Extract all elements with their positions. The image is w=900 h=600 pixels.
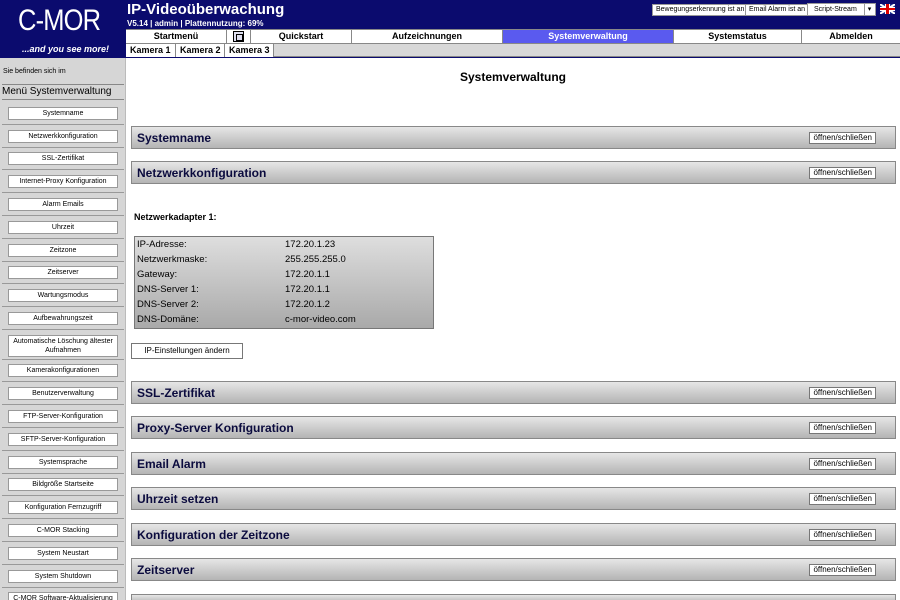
- sidebar-item-timezone[interactable]: Zeitzone: [8, 244, 118, 257]
- ip-row: Gateway: 172.20.1.1: [137, 269, 433, 284]
- ip-row: DNS-Server 2: 172.20.1.2: [137, 299, 433, 314]
- sidebar-item-restart[interactable]: System Neustart: [8, 547, 118, 560]
- ip-value: 255.255.255.0: [285, 254, 346, 265]
- sidebar-item-shutdown[interactable]: System Shutdown: [8, 570, 118, 583]
- logo[interactable]: C-MOR ...and you see more!: [0, 0, 126, 58]
- breadcrumb: Sie befinden sich im: [3, 68, 66, 75]
- sidebar-item-cameras[interactable]: Kamerakonfigurationen: [8, 364, 118, 377]
- section-email-alarm: Email Alarm öffnen/schließen: [131, 452, 896, 475]
- section-title: Email Alarm: [137, 457, 206, 471]
- section-proxy: Proxy-Server Konfiguration öffnen/schlie…: [131, 416, 896, 439]
- ip-value: 172.20.1.2: [285, 299, 330, 310]
- sidebar-item-ftp[interactable]: FTP-Server-Konfiguration: [8, 410, 118, 423]
- toggle-button[interactable]: öffnen/schließen: [809, 564, 876, 576]
- sidebar-item-maintenance[interactable]: Wartungsmodus: [8, 289, 118, 302]
- sidebar-item-update[interactable]: C-MOR Software-Aktualisierung: [8, 592, 118, 600]
- sidebar-item-time[interactable]: Uhrzeit: [8, 221, 118, 234]
- ip-row: Netzwerkmaske: 255.255.255.0: [137, 254, 433, 269]
- adapter-title: Netzwerkadapter 1:: [134, 212, 217, 222]
- sidebar-item-remote-access[interactable]: Konfiguration Fernzugriff: [8, 501, 118, 514]
- logo-tagline: ...and you see more!: [22, 44, 110, 54]
- ip-value: 172.20.1.23: [285, 239, 336, 250]
- ip-value: 172.20.1.1: [285, 269, 330, 280]
- toggle-button[interactable]: öffnen/schließen: [809, 422, 876, 434]
- section-title: Konfiguration der Zeitzone: [137, 528, 290, 542]
- tab-startmenu[interactable]: Startmenü: [126, 30, 227, 44]
- app-title: IP-Videoüberwachung: [127, 1, 285, 18]
- ip-row: IP-Adresse: 172.20.1.23: [137, 239, 433, 254]
- ip-settings-box: IP-Adresse: 172.20.1.23 Netzwerkmaske: 2…: [134, 236, 434, 329]
- tab-system-status[interactable]: Systemstatus: [674, 30, 802, 44]
- toggle-button[interactable]: öffnen/schließen: [809, 529, 876, 541]
- app-window: C-MOR ...and you see more! IP-Videoüberw…: [0, 0, 900, 600]
- ip-row: DNS-Domäne: c-mor-video.com: [137, 314, 433, 329]
- motion-detection-button[interactable]: Bewegungserkennung ist an: [652, 4, 749, 16]
- section-timezone: Konfiguration der Zeitzone öffnen/schlie…: [131, 523, 896, 546]
- section-title: Proxy-Server Konfiguration: [137, 421, 294, 435]
- sidebar-item-image-size[interactable]: Bildgröße Startseite: [8, 478, 118, 491]
- sidebar-item-alarm-emails[interactable]: Alarm Emails: [8, 198, 118, 211]
- change-ip-settings-button[interactable]: IP-Einstellungen ändern: [131, 343, 243, 359]
- tab-camera-1[interactable]: Kamera 1: [126, 44, 176, 57]
- sidebar-item-proxy[interactable]: Internet-Proxy Konfiguration: [8, 175, 118, 188]
- section-title: SSL-Zertifikat: [137, 386, 216, 400]
- ip-row: DNS-Server 1: 172.20.1.1: [137, 284, 433, 299]
- email-alarm-button[interactable]: Email Alarm ist an: [745, 4, 810, 16]
- section-title: Netzwerkkonfiguration: [137, 166, 267, 180]
- toggle-button[interactable]: öffnen/schließen: [809, 387, 876, 399]
- section-timeserver: Zeitserver öffnen/schließen: [131, 558, 896, 581]
- ip-key: DNS-Server 1:: [137, 284, 199, 295]
- ip-key: DNS-Domäne:: [137, 314, 199, 325]
- sidebar-item-timeserver[interactable]: Zeitserver: [8, 266, 118, 279]
- toggle-button[interactable]: öffnen/schließen: [809, 132, 876, 144]
- fullscreen-icon: [233, 31, 244, 42]
- ip-value: 172.20.1.1: [285, 284, 330, 295]
- section-ssl: SSL-Zertifikat öffnen/schließen: [131, 381, 896, 404]
- section-title: Systemname: [137, 131, 212, 145]
- stream-select[interactable]: Script-Stream ▾: [807, 3, 876, 16]
- sidebar-item-retention[interactable]: Aufbewahrungszeit: [8, 312, 118, 325]
- ip-value: c-mor-video.com: [285, 314, 356, 325]
- ip-key: DNS-Server 2:: [137, 299, 199, 310]
- section-partial: [131, 594, 896, 600]
- logo-text: C-MOR: [18, 4, 101, 37]
- main-nav: Startmenü Quickstart Aufzeichnungen Syst…: [126, 29, 900, 44]
- toggle-button[interactable]: öffnen/schließen: [809, 458, 876, 470]
- uk-flag-icon[interactable]: [880, 4, 895, 14]
- tab-camera-2[interactable]: Kamera 2: [176, 44, 225, 57]
- tab-logout[interactable]: Abmelden: [802, 30, 900, 44]
- sidebar-item-stacking[interactable]: C-MOR Stacking: [8, 524, 118, 537]
- section-time: Uhrzeit setzen öffnen/schließen: [131, 487, 896, 510]
- camera-nav: Kamera 1 Kamera 2 Kamera 3: [126, 43, 900, 57]
- stream-select-value: Script-Stream: [814, 6, 857, 13]
- ip-key: Netzwerkmaske:: [137, 254, 208, 265]
- ip-key: IP-Adresse:: [137, 239, 187, 250]
- sidebar-item-systemname[interactable]: Systemname: [8, 107, 118, 120]
- tab-recordings[interactable]: Aufzeichnungen: [352, 30, 503, 44]
- section-title: Uhrzeit setzen: [137, 492, 219, 506]
- chevron-down-icon: ▾: [864, 4, 874, 15]
- sidebar: Sie befinden sich im Menü Systemverwaltu…: [0, 58, 126, 600]
- page-title: Systemverwaltung: [459, 70, 567, 84]
- toggle-button[interactable]: öffnen/schließen: [809, 493, 876, 505]
- sidebar-item-network[interactable]: Netzwerkkonfiguration: [8, 130, 118, 143]
- section-network: Netzwerkkonfiguration öffnen/schließen: [131, 161, 896, 184]
- sidebar-item-auto-delete[interactable]: Automatische Löschung ältester Aufnahmen: [8, 335, 118, 357]
- sidebar-item-users[interactable]: Benutzerverwaltung: [8, 387, 118, 400]
- sidebar-item-ssl[interactable]: SSL-Zertifikat: [8, 152, 118, 165]
- tab-fullscreen[interactable]: [227, 30, 251, 44]
- ip-key: Gateway:: [137, 269, 178, 280]
- sidebar-item-sftp[interactable]: SFTP-Server-Konfiguration: [8, 433, 118, 446]
- sidebar-title: Menü Systemverwaltung: [2, 84, 124, 100]
- tab-system-admin[interactable]: Systemverwaltung: [503, 30, 674, 44]
- toggle-button[interactable]: öffnen/schließen: [809, 167, 876, 179]
- section-systemname: Systemname öffnen/schließen: [131, 126, 896, 149]
- tab-camera-3[interactable]: Kamera 3: [225, 44, 274, 57]
- section-title: Zeitserver: [137, 563, 195, 577]
- tab-quickstart[interactable]: Quickstart: [251, 30, 352, 44]
- main-content: Systemverwaltung Systemname öffnen/schli…: [126, 58, 900, 600]
- sidebar-item-language[interactable]: Systemsprache: [8, 456, 118, 469]
- app-subtitle: V5.14 | admin | Plattennutzung: 69%: [127, 19, 264, 28]
